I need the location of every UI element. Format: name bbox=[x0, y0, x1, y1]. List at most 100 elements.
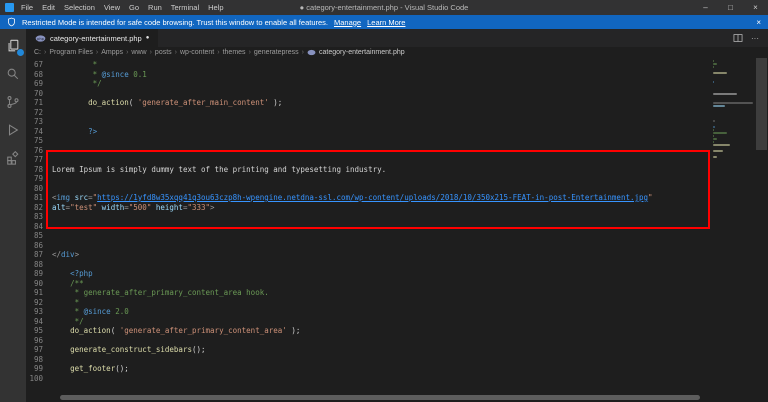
code-line[interactable]: 78 Lorem Ipsum is simply dummy text of th… bbox=[26, 165, 768, 175]
minimap-line bbox=[713, 105, 725, 107]
code-line[interactable]: 83 bbox=[26, 212, 768, 222]
line-number: 95 bbox=[33, 326, 43, 335]
code-line[interactable]: 77 bbox=[26, 155, 768, 165]
scrollbar-thumb[interactable] bbox=[756, 58, 767, 150]
code-lines: 67 * 68 * @since 0.1 69 */70 71 do_action( … bbox=[26, 60, 768, 383]
breadcrumb-separator: › bbox=[126, 49, 129, 56]
breadcrumb-item[interactable]: generatepress bbox=[254, 49, 299, 56]
breadcrumb-item[interactable]: themes bbox=[223, 49, 246, 56]
code-text: */ bbox=[52, 79, 102, 88]
code-line[interactable]: 92 * bbox=[26, 298, 768, 308]
code-line[interactable]: 99 get_footer(); bbox=[26, 364, 768, 374]
breadcrumb-item[interactable]: Ampps bbox=[101, 49, 123, 56]
code-text: * generate_after_primary_content_area ho… bbox=[52, 288, 269, 297]
code-text: get_footer(); bbox=[70, 364, 129, 373]
tab-modified-dot[interactable]: ● bbox=[146, 35, 150, 41]
code-line[interactable]: 73 bbox=[26, 117, 768, 127]
code-line[interactable]: 71 do_action( 'generate_after_main_conte… bbox=[26, 98, 768, 108]
split-editor-icon[interactable] bbox=[733, 33, 743, 43]
minimap-line bbox=[713, 81, 714, 83]
window-title: ● category-entertainment.php - Visual St… bbox=[299, 3, 469, 12]
code-line[interactable]: 68 * @since 0.1 bbox=[26, 70, 768, 80]
source-control-icon[interactable] bbox=[5, 94, 21, 110]
horizontal-scrollbar[interactable] bbox=[60, 395, 700, 400]
restricted-mode-banner: Restricted Mode is intended for safe cod… bbox=[0, 15, 768, 29]
code-text: <img src="https://1yfd8w35xqq41q3ou63czp… bbox=[52, 193, 653, 202]
code-line[interactable]: 67 * bbox=[26, 60, 768, 70]
menu-file[interactable]: File bbox=[21, 3, 33, 12]
code-editor[interactable]: 67 * 68 * @since 0.1 69 */70 71 do_action( … bbox=[26, 58, 768, 402]
line-number: 88 bbox=[33, 259, 43, 269]
code-line[interactable]: 70 bbox=[26, 89, 768, 99]
breadcrumb-item[interactable]: C: bbox=[34, 49, 41, 56]
menu-view[interactable]: View bbox=[104, 3, 120, 12]
code-line[interactable]: 86 bbox=[26, 241, 768, 251]
code-line[interactable]: 76 bbox=[26, 146, 768, 156]
code-line[interactable]: 91 * generate_after_primary_content_area… bbox=[26, 288, 768, 298]
learn-more-link[interactable]: Learn More bbox=[367, 18, 405, 27]
vertical-scrollbar[interactable] bbox=[755, 58, 768, 402]
minimap-line bbox=[713, 129, 714, 131]
line-number: 80 bbox=[33, 183, 43, 193]
code-line[interactable]: 84 bbox=[26, 222, 768, 232]
run-debug-icon[interactable] bbox=[5, 122, 21, 138]
minimap-line bbox=[713, 66, 714, 68]
code-line[interactable]: 90 /** bbox=[26, 279, 768, 289]
explorer-icon[interactable] bbox=[5, 38, 24, 56]
breadcrumb-item[interactable]: Program Files bbox=[49, 49, 93, 56]
line-number: 90 bbox=[33, 278, 43, 288]
line-number: 76 bbox=[33, 145, 43, 155]
code-line[interactable]: 69 */ bbox=[26, 79, 768, 89]
svg-text:php: php bbox=[37, 35, 45, 40]
minimap[interactable] bbox=[711, 60, 755, 402]
code-line[interactable]: 72 bbox=[26, 108, 768, 118]
breadcrumb-item[interactable]: posts bbox=[155, 49, 172, 56]
banner-close-icon[interactable]: × bbox=[756, 18, 761, 27]
close-button[interactable]: × bbox=[743, 0, 768, 15]
minimap-line bbox=[713, 156, 718, 158]
code-line[interactable]: 79 bbox=[26, 174, 768, 184]
menu-go[interactable]: Go bbox=[129, 3, 139, 12]
minimize-button[interactable]: – bbox=[693, 0, 718, 15]
line-number: 70 bbox=[33, 88, 43, 98]
more-actions-icon[interactable]: ··· bbox=[751, 34, 759, 43]
search-icon[interactable] bbox=[5, 66, 21, 82]
code-line[interactable]: 80 bbox=[26, 184, 768, 194]
breadcrumb-item[interactable]: www bbox=[131, 49, 146, 56]
code-line[interactable]: 97 generate_construct_sidebars(); bbox=[26, 345, 768, 355]
code-line[interactable]: 85 bbox=[26, 231, 768, 241]
manage-link[interactable]: Manage bbox=[334, 18, 361, 27]
code-line[interactable]: 96 bbox=[26, 336, 768, 346]
code-line[interactable]: 88 bbox=[26, 260, 768, 270]
code-line[interactable]: 98 bbox=[26, 355, 768, 365]
breadcrumb: C: › Program Files › Ampps › www › posts… bbox=[26, 47, 768, 58]
tab-category-entertainment[interactable]: php category-entertainment.php ● bbox=[26, 29, 159, 47]
menu-run[interactable]: Run bbox=[148, 3, 162, 12]
php-file-icon: php bbox=[35, 34, 46, 42]
code-line[interactable]: 93 * @since 2.0 bbox=[26, 307, 768, 317]
code-line[interactable]: 100 bbox=[26, 374, 768, 384]
code-line[interactable]: 94 */ bbox=[26, 317, 768, 327]
line-number: 98 bbox=[33, 354, 43, 364]
breadcrumb-item-file[interactable]: category-entertainment.php bbox=[307, 48, 405, 57]
menu-edit[interactable]: Edit bbox=[42, 3, 55, 12]
code-line[interactable]: 89 <?php bbox=[26, 269, 768, 279]
minimap-line bbox=[713, 144, 730, 146]
code-line[interactable]: 74 ?> bbox=[26, 127, 768, 137]
menu-help[interactable]: Help bbox=[208, 3, 223, 12]
code-line[interactable]: 81 <img src="https://1yfd8w35xqq41q3ou63c… bbox=[26, 193, 768, 203]
code-line[interactable]: 82 alt="test" width="500" height="333"> bbox=[26, 203, 768, 213]
line-number: 71 bbox=[33, 98, 43, 107]
code-line[interactable]: 87 </div> bbox=[26, 250, 768, 260]
maximize-button[interactable]: □ bbox=[718, 0, 743, 15]
menu-terminal[interactable]: Terminal bbox=[171, 3, 199, 12]
tab-bar: php category-entertainment.php ● ··· bbox=[26, 29, 768, 47]
menu-selection[interactable]: Selection bbox=[64, 3, 95, 12]
line-number: 92 bbox=[33, 297, 43, 307]
code-line[interactable]: 95 do_action( 'generate_after_primary_co… bbox=[26, 326, 768, 336]
code-line[interactable]: 75 bbox=[26, 136, 768, 146]
breadcrumb-file-label: category-entertainment.php bbox=[319, 49, 405, 56]
line-number: 82 bbox=[33, 202, 43, 212]
breadcrumb-item[interactable]: wp-content bbox=[180, 49, 214, 56]
extensions-icon[interactable] bbox=[5, 150, 21, 166]
